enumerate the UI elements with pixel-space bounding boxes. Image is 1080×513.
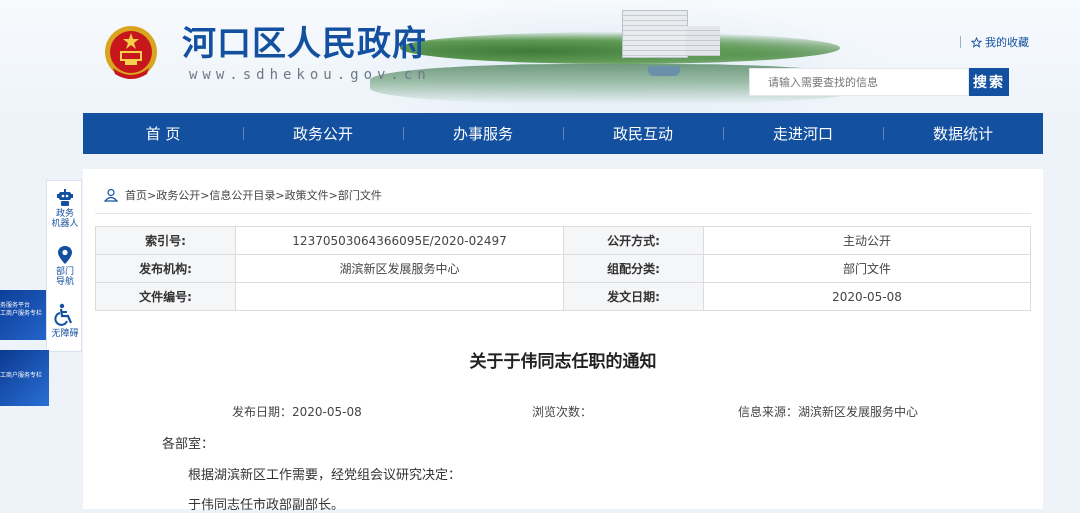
accessibility-label: 无障碍 xyxy=(51,329,79,339)
date-label: 发文日期: xyxy=(562,282,705,311)
accessibility-icon xyxy=(54,303,73,326)
table-row: 发布机构: 湖滨新区发展服务中心 组配分类: 部门文件 xyxy=(94,254,1031,283)
nav-item-home[interactable]: 首 页 xyxy=(83,113,243,154)
org-label: 发布机构: xyxy=(94,254,237,283)
dept-navigation-button[interactable]: 部门 导航 xyxy=(47,245,83,287)
nav-item-about-hekou[interactable]: 走进河口 xyxy=(723,113,883,154)
table-row: 文件编号: 发文日期: 2020-05-08 xyxy=(94,282,1031,311)
view-count: 浏览次数： xyxy=(532,405,593,419)
dept-nav-label-line2: 导航 xyxy=(55,277,74,287)
banner-a-line2: 工商户服务专栏 xyxy=(0,310,43,317)
favorites-label: 我的收藏 xyxy=(985,36,1029,49)
star-icon xyxy=(971,36,982,48)
location-pin-icon xyxy=(58,246,72,264)
document-meta-table: 索引号: 12370503064366095E/2020-02497 公开方式:… xyxy=(94,226,1031,311)
method-label: 公开方式: xyxy=(562,226,705,255)
nav-item-statistics[interactable]: 数据统计 xyxy=(883,113,1043,154)
body-paragraph: 根据湖滨新区工作需要，经党组会议研究决定： xyxy=(188,468,462,483)
business-service-banner[interactable]: 工商户服务专栏 xyxy=(0,350,49,406)
national-emblem-icon xyxy=(105,26,157,79)
nav-item-interaction[interactable]: 政民互动 xyxy=(563,113,723,154)
breadcrumb-path[interactable]: 首页>政务公开>信息公开目录>政策文件>部门文件 xyxy=(125,187,382,203)
method-value: 主动公开 xyxy=(703,226,1031,255)
body-paragraph: 于伟同志任市政部副部长。 xyxy=(188,498,345,513)
category-label: 组配分类: xyxy=(562,254,705,283)
site-url: www.sdhekou.gov.cn xyxy=(189,67,431,83)
gov-robot-label-line1: 政务 xyxy=(55,209,74,219)
divider xyxy=(960,36,961,48)
robot-icon xyxy=(57,189,73,206)
table-row: 索引号: 12370503064366095E/2020-02497 公开方式:… xyxy=(94,226,1031,255)
banner-b-line1: 工商户服务专栏 xyxy=(0,372,43,379)
my-favorites-link[interactable]: 我的收藏 xyxy=(971,34,1029,50)
divider xyxy=(95,213,1031,214)
date-value: 2020-05-08 xyxy=(703,282,1031,311)
index-label: 索引号: xyxy=(94,226,237,255)
docno-value xyxy=(235,282,564,311)
dept-nav-label-line1: 部门 xyxy=(55,267,74,277)
search-button[interactable]: 搜索 xyxy=(969,68,1009,96)
banner-a-line1: 务服务平台 xyxy=(0,302,31,309)
gov-robot-button[interactable]: 政务 机器人 xyxy=(47,187,83,229)
breadcrumb: 首页>政务公开>信息公开目录>政策文件>部门文件 xyxy=(103,187,382,203)
accessibility-button[interactable]: 无障碍 xyxy=(47,303,83,339)
content-panel: 首页>政务公开>信息公开目录>政策文件>部门文件 索引号: 1237050306… xyxy=(83,169,1043,513)
category-value: 部门文件 xyxy=(703,254,1031,283)
docno-label: 文件编号: xyxy=(94,282,237,311)
site-header: 河口区人民政府 www.sdhekou.gov.cn 我的收藏 搜索 xyxy=(0,0,1080,113)
left-float-toolbar: 政务 机器人 部门 导航 无障碍 xyxy=(46,180,82,352)
site-title[interactable]: 河口区人民政府 xyxy=(182,24,427,64)
nav-item-gov-affairs[interactable]: 政务公开 xyxy=(243,113,403,154)
salutation: 各部室： xyxy=(162,437,215,452)
gov-robot-label-line2: 机器人 xyxy=(51,219,79,229)
document-title: 关于于伟同志任职的通知 xyxy=(469,352,657,372)
index-value: 12370503064366095E/2020-02497 xyxy=(235,226,564,255)
search-input[interactable] xyxy=(749,68,969,96)
info-source: 信息来源：湖滨新区发展服务中心 xyxy=(738,405,919,419)
location-user-icon xyxy=(103,188,119,202)
service-platform-banner[interactable]: 务服务平台 工商户服务专栏 xyxy=(0,290,46,340)
nav-item-services[interactable]: 办事服务 xyxy=(403,113,563,154)
main-nav: 首 页 政务公开 办事服务 政民互动 走进河口 数据统计 xyxy=(83,113,1043,154)
publish-date: 发布日期：2020-05-08 xyxy=(232,405,362,419)
org-value: 湖滨新区发展服务中心 xyxy=(235,254,564,283)
